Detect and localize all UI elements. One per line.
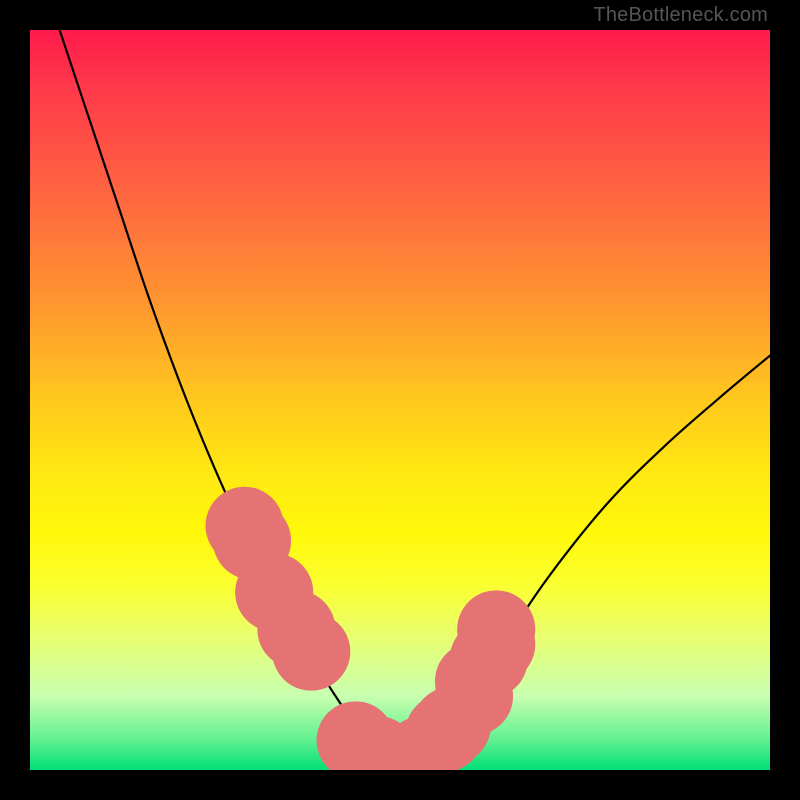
curve-layer: [30, 30, 770, 770]
plot-area: [30, 30, 770, 770]
bottleneck-curve: [60, 30, 770, 770]
watermark-text: TheBottleneck.com: [593, 4, 768, 27]
highlight-dot: [457, 590, 535, 668]
highlight-dot: [272, 613, 350, 691]
highlight-dots: [206, 487, 536, 770]
chart-frame: TheBottleneck.com: [0, 0, 800, 800]
